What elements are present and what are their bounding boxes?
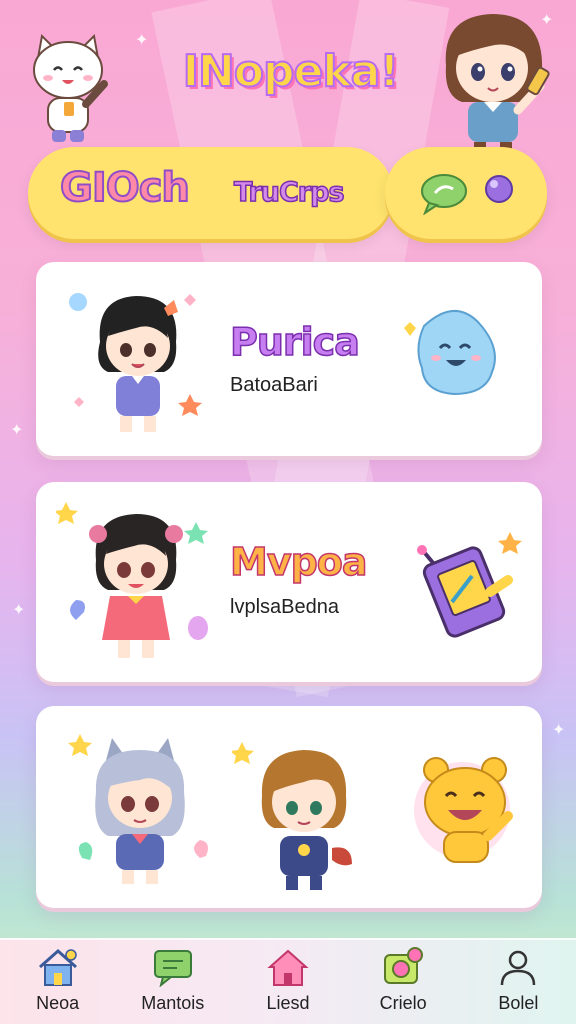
character-card[interactable]: Mvpoa lvplsaBedna: [36, 482, 542, 682]
character-card[interactable]: Purica BatoaBari: [36, 262, 542, 456]
app-title: INopeka!: [182, 45, 401, 98]
profile-icon: [501, 950, 536, 986]
card-title: Mvpoa: [229, 539, 368, 585]
dark-hair-girl-icon: [69, 293, 202, 432]
bottom-nav: Neoa Mantois Liesd Crielo Bolel: [0, 938, 576, 1024]
pink-dress-girl-icon: [56, 502, 208, 658]
sparkle-icon: ✦: [10, 420, 24, 439]
character-card[interactable]: [36, 706, 542, 908]
tab-primary[interactable]: GIOch: [59, 164, 191, 212]
sparkle-icon: ✦: [552, 720, 566, 739]
nav-item-neoa[interactable]: Neoa: [8, 939, 108, 1024]
nav-item-bolel[interactable]: Bolel: [468, 939, 568, 1024]
brown-hair-boy-icon: [232, 742, 352, 890]
yellow-bear-icon: [414, 757, 513, 863]
blue-slime-icon: [404, 309, 496, 396]
house-icon: [38, 948, 77, 986]
chat-icon: [153, 950, 192, 987]
purple-orb-icon[interactable]: [483, 173, 515, 205]
card-subtitle: lvplsaBedna: [230, 596, 339, 618]
nav-label: Crielo: [379, 993, 427, 1013]
nav-item-crielo[interactable]: Crielo: [353, 939, 453, 1024]
girl-mascot-icon: [445, 14, 550, 152]
nav-item-mantois[interactable]: Mantois: [123, 939, 223, 1024]
tools-pill: [385, 147, 547, 239]
category-tabs: GIOch TruCrps: [28, 147, 393, 239]
game-device-icon: [417, 532, 522, 638]
card-subtitle: BatoaBari: [230, 374, 318, 396]
nav-label: Liesd: [266, 993, 310, 1013]
cat-mascot-icon: [33, 33, 108, 142]
nav-label: Bolel: [498, 993, 539, 1013]
chat-bubble-icon[interactable]: [419, 171, 469, 215]
home-icon: [267, 949, 309, 986]
nav-label: Mantois: [141, 993, 205, 1013]
header: INopeka!: [0, 0, 576, 152]
nav-item-liesd[interactable]: Liesd: [238, 939, 338, 1024]
camera-icon: [384, 947, 424, 984]
tab-secondary[interactable]: TruCrps: [233, 176, 345, 209]
sparkle-icon: ✦: [12, 600, 26, 619]
card-title: Purica: [229, 319, 360, 365]
nav-label: Neoa: [36, 993, 80, 1013]
gray-cat-girl-icon: [68, 734, 208, 884]
